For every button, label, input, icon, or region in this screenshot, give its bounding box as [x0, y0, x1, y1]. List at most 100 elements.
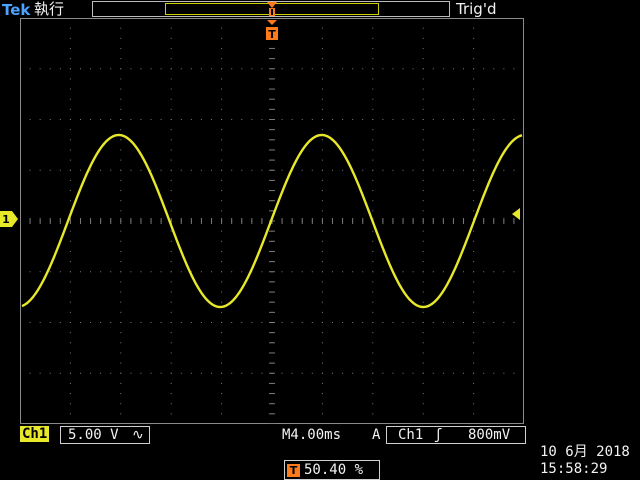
grid-dot [473, 98, 475, 100]
grid-dot [90, 322, 92, 323]
grid-dot [160, 68, 162, 70]
grid-dot [473, 352, 475, 354]
grid-dot [39, 169, 41, 171]
grid-dot [473, 393, 475, 395]
grid-dot [110, 119, 112, 120]
grid-dot [140, 119, 142, 120]
grid-dot [372, 250, 374, 252]
grid-dot [221, 149, 223, 151]
grid-dot [69, 271, 71, 273]
trigger-level-marker-icon[interactable] [510, 206, 522, 220]
grid-dot [503, 271, 505, 273]
grid-dot [110, 372, 112, 374]
grid-dot [321, 261, 323, 263]
grid-dot [503, 119, 505, 120]
grid-dot [291, 372, 293, 374]
grid-dot [170, 332, 172, 334]
grid-dot [372, 230, 374, 232]
grid-dot [170, 139, 172, 141]
waveform-graticule [20, 18, 524, 424]
grid-dot [170, 18, 172, 19]
grid-dot [69, 179, 71, 181]
grid-dot [221, 47, 223, 49]
grid-dot [452, 322, 454, 323]
grid-dot [372, 403, 374, 405]
grid-dot [221, 119, 223, 120]
grid-dot [473, 179, 475, 181]
grid-dot [342, 68, 344, 70]
grid-dot [321, 190, 323, 192]
grid-dot [382, 169, 384, 171]
grid-dot [120, 261, 122, 263]
grid-dot [422, 301, 424, 303]
grid-dot [241, 372, 243, 374]
grid-dot [321, 332, 323, 334]
channel1-tag[interactable]: Ch1 [20, 426, 50, 442]
grid-dot [221, 372, 223, 374]
grid-dot [120, 18, 122, 19]
grid-dot [221, 301, 223, 303]
grid-dot [321, 37, 323, 39]
grid-dot [422, 88, 424, 90]
grid-dot [372, 200, 374, 202]
brand-text: Tek [2, 1, 31, 19]
scope-display [20, 18, 524, 424]
grid-dot [321, 362, 323, 364]
grid-dot [382, 68, 384, 70]
settings-readout: Ch1 5.00 V ∿ M4.00ms A Ch1 ʃ 800mV 10 6月… [0, 424, 640, 480]
grid-dot [483, 169, 485, 171]
grid-dot [372, 372, 374, 374]
grid-dot [221, 139, 223, 141]
grid-dot [221, 98, 223, 100]
grid-dot [321, 352, 323, 354]
grid-dot [79, 169, 81, 171]
grid-dot [170, 27, 172, 29]
grid-dot [69, 98, 71, 100]
grid-dot [412, 119, 414, 120]
grid-dot [473, 169, 475, 171]
grid-dot [422, 200, 424, 202]
grid-dot [69, 18, 71, 19]
grid-dot [372, 342, 374, 344]
grid-dot [221, 403, 223, 405]
grid-dot [301, 271, 303, 273]
grid-dot [170, 342, 172, 344]
grid-dot [281, 119, 283, 120]
grid-dot [221, 311, 223, 313]
grid-dot [321, 119, 323, 120]
grid-dot [473, 342, 475, 344]
grid-dot [150, 271, 152, 273]
channel1-ground-marker[interactable]: 1 [0, 211, 18, 227]
grid-dot [321, 58, 323, 60]
grid-dot [412, 372, 414, 374]
grid-dot [69, 129, 71, 131]
grid-dot [251, 68, 253, 70]
grid-dot [372, 139, 374, 141]
grid-dot [49, 68, 51, 70]
rising-slope-icon: ʃ [434, 427, 443, 443]
grid-dot [311, 271, 313, 273]
grid-dot [372, 78, 374, 80]
grid-dot [221, 169, 223, 171]
grid-dot [432, 119, 434, 120]
grid-dot [321, 291, 323, 293]
grid-dot [523, 169, 524, 171]
grid-dot [120, 129, 122, 131]
grid-dot [100, 322, 102, 323]
grid-dot [221, 27, 223, 29]
grid-dot [372, 27, 374, 29]
grid-dot [49, 169, 51, 171]
grid-dot [473, 362, 475, 364]
trigger-time-marker-icon[interactable]: T [264, 18, 280, 44]
grid-dot [372, 47, 374, 49]
grid-dot [321, 200, 323, 202]
grid-dot [321, 27, 323, 29]
grid-dot [170, 372, 172, 374]
grid-dot [321, 342, 323, 344]
grid-dot [342, 372, 344, 374]
grid-dot [221, 37, 223, 39]
grid-dot [473, 139, 475, 141]
grid-dot [140, 372, 142, 374]
grid-dot [221, 200, 223, 202]
grid-dot [473, 332, 475, 334]
